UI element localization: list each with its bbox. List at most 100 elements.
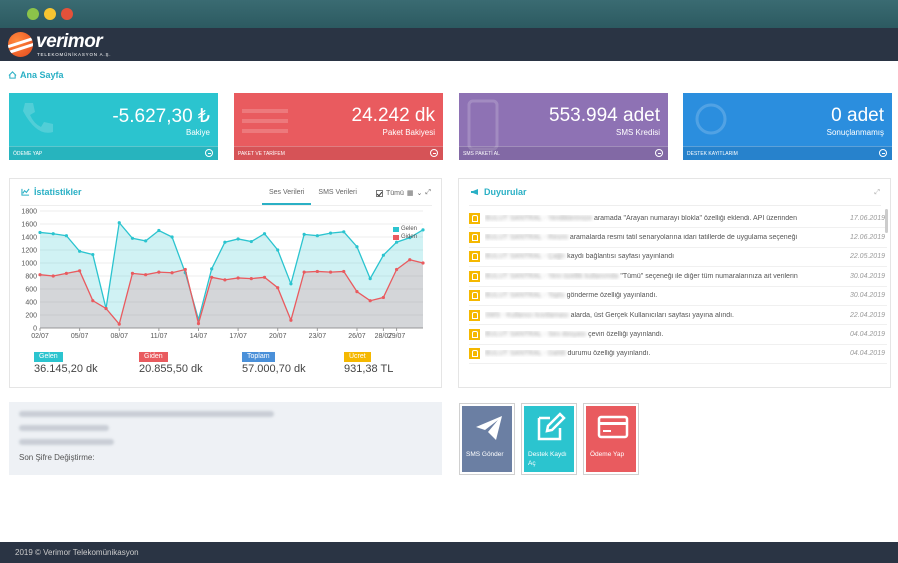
data-point-gelen (236, 237, 240, 241)
sms-credit-card: 553.994 adet SMS Kredisi SMS PAKETİ AL (459, 93, 668, 160)
legend-label-giden: Giden (401, 234, 418, 240)
data-point-gelen (421, 228, 425, 232)
statistics-tabs: Ses Verileri SMS Verileri (262, 189, 364, 205)
breadcrumb-home-link[interactable]: Ana Sayfa (20, 70, 64, 80)
data-point-giden (249, 277, 253, 281)
filter-checkbox[interactable] (375, 189, 383, 197)
total-fee-value: 931,38 TL (344, 363, 394, 375)
announcement-body: alarda, üst Gerçek Kullanıcıları sayfası… (570, 311, 735, 319)
announcement-text: BULUT SANTRAL - Yeni özellik kullanımda … (485, 273, 825, 280)
breadcrumb: Ana Sayfa (8, 70, 64, 80)
data-point-giden (289, 318, 293, 322)
announcements-panel: Duyurular ⤢ BULUT SANTRAL - Yeniliklerim… (458, 178, 891, 388)
panel-divider (20, 205, 432, 206)
send-sms-button[interactable]: SMS Gönder (459, 403, 515, 475)
announcement-hidden-prefix: BULUT SANTRAL - Çağrı (485, 253, 566, 261)
x-tick-label: 02/07 (31, 333, 49, 340)
data-point-giden (236, 276, 240, 280)
announcement-date: 17.06.2019 (849, 214, 885, 222)
balance-card: -5.627,30 ₺ Bakiye ÖDEME YAP (9, 93, 218, 160)
panel-divider (469, 205, 881, 206)
announcement-body: aramada "Arayan numarayı blokla" özelliğ… (593, 214, 797, 222)
announcement-item[interactable]: BULUT SANTRAL - Yeni özellik kullanımda … (469, 267, 887, 287)
data-point-gelen (210, 267, 214, 271)
expand-icon[interactable]: ⤢ (425, 189, 431, 197)
announcement-text: BULUT SANTRAL - Dahili durumu özelliği y… (485, 350, 825, 357)
data-point-giden (144, 273, 148, 277)
total-incoming-value: 36.145,20 dk (34, 363, 98, 375)
statistics-title-text: İstatistikler (34, 187, 82, 197)
window-zoom-button[interactable] (44, 8, 56, 20)
data-point-giden (223, 278, 227, 282)
data-point-giden (157, 270, 161, 274)
data-point-giden (210, 275, 214, 279)
data-point-gelen (289, 282, 293, 286)
logo-icon[interactable] (8, 32, 33, 57)
window-minimize-button[interactable] (27, 8, 39, 20)
make-payment-button[interactable]: Ödeme Yap (583, 403, 639, 475)
total-incoming-badge: Gelen (34, 352, 63, 362)
balance-value: -5.627,30 ₺ (112, 106, 210, 127)
package-balance-label: Paket Bakiyesi (382, 128, 435, 137)
account-info-line (19, 439, 114, 445)
announcement-text: BULUT SANTRAL - Toplu gönderme özelliği … (485, 292, 825, 299)
chevron-down-icon[interactable]: ⌄ (417, 189, 423, 197)
data-point-gelen (38, 230, 42, 235)
x-tick-label: 17/07 (229, 333, 247, 340)
open-support-ticket-button[interactable]: Destek Kaydı Aç (521, 403, 577, 475)
announcement-text: BULUT SANTRAL - Ses dosyası çeviri özell… (485, 331, 825, 338)
announcement-item[interactable]: BULUT SANTRAL - Ses dosyası çeviri özell… (469, 325, 887, 345)
y-tick-label: 1200 (21, 248, 37, 255)
expand-icon[interactable]: ⤢ (874, 189, 880, 197)
open-support-ticket-label: Destek Kaydı Aç (528, 451, 567, 467)
package-tariff-link[interactable]: PAKET VE TARİFEM (234, 146, 443, 160)
announcements-scrollbar[interactable] (885, 209, 888, 233)
legend-swatch-gelen (393, 226, 399, 232)
announcement-item[interactable]: BULUT SANTRAL - Yeniliklerimize aramada … (469, 209, 887, 229)
data-point-giden (51, 274, 55, 278)
data-point-giden (394, 267, 399, 272)
buy-sms-package-link[interactable]: SMS PAKETİ AL (459, 146, 668, 160)
announcement-body: kaydı bağlantısı sayfası yayınlandı (567, 253, 675, 261)
data-point-gelen (355, 245, 359, 249)
data-point-gelen (342, 230, 346, 234)
y-tick-label: 600 (25, 287, 37, 294)
package-balance-card: 24.242 dk Paket Bakiyesi PAKET VE TARİFE… (234, 93, 443, 160)
announcement-body: durumu özelliği yayınlandı. (567, 350, 651, 358)
statistics-tools: Tümü ▦ ⌄ ⤢ (375, 189, 431, 197)
total-fee: Ücret 931,38 TL (344, 350, 393, 375)
announcement-hidden-prefix: BULUT SANTRAL - Yeni özellik kullanımda (485, 272, 619, 280)
support-records-link[interactable]: DESTEK KAYITLARIM (683, 146, 892, 160)
support-label: Sonuçlanmamış (826, 128, 884, 137)
edit-icon (537, 412, 566, 441)
data-point-gelen (249, 239, 253, 244)
tab-voice-data[interactable]: Ses Verileri (262, 189, 312, 205)
announcement-body: gönderme özelliği yayınlandı. (566, 292, 658, 300)
account-info-line (19, 411, 274, 417)
payment-link[interactable]: ÖDEME YAP (9, 146, 218, 160)
window-close-button[interactable] (61, 8, 73, 20)
make-payment-label: Ödeme Yap (590, 451, 625, 458)
announcements-title: Duyurular (470, 187, 527, 197)
data-point-giden (262, 275, 267, 279)
announcement-item[interactable]: BULUT SANTRAL - Toplu gönderme özelliği … (469, 287, 887, 306)
bell-icon (469, 329, 480, 341)
announcement-item[interactable]: BULUT SANTRAL - Çağrı kaydı bağlantısı s… (469, 248, 887, 268)
announcement-item[interactable]: SMS - Kullanıcı kısıtlaması alarda, üst … (469, 306, 887, 326)
calendar-icon[interactable]: ▦ (407, 189, 414, 197)
tab-sms-data[interactable]: SMS Verileri (311, 189, 364, 205)
data-point-gelen (157, 228, 161, 233)
announcement-item[interactable]: BULUT SANTRAL - Dahili durumu özelliği y… (469, 345, 887, 365)
page-footer: 2019 © Verimor Telekomünikasyon (0, 542, 898, 563)
package-balance-value: 24.242 dk (351, 105, 435, 126)
y-tick-label: 400 (25, 300, 37, 307)
announcement-hidden-prefix: BULUT SANTRAL - Ses dosyası (485, 331, 587, 339)
account-info-panel: Son Şifre Değiştirme: (9, 402, 442, 475)
statistics-title: İstatistikler (21, 187, 82, 197)
make-payment-tile (586, 406, 636, 472)
x-tick-label: 29/07 (388, 333, 406, 340)
brand-name[interactable]: verimor (36, 31, 103, 53)
data-point-giden (64, 271, 69, 275)
announcement-hidden-prefix: BULUT SANTRAL - Dahili (485, 350, 566, 358)
announcement-item[interactable]: BULUT SANTRAL - Resmi aramalarda resmi t… (469, 228, 887, 248)
